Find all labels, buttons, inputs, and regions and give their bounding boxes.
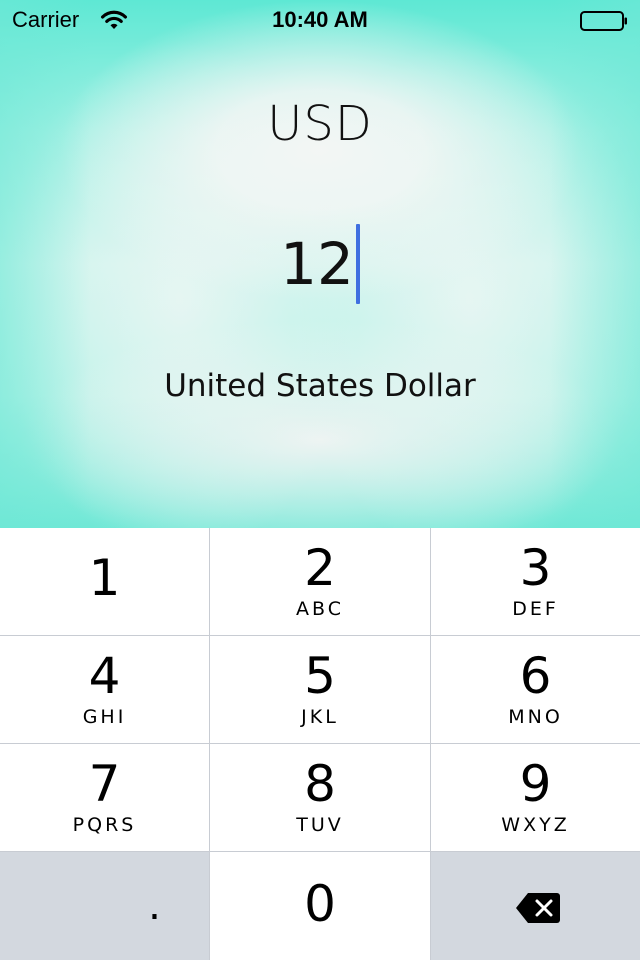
currency-name: United States Dollar bbox=[164, 368, 476, 404]
currency-code[interactable]: USD bbox=[0, 96, 640, 152]
key-digit: 5 bbox=[304, 647, 336, 705]
key-letters: TUV bbox=[296, 814, 344, 836]
decimal-label: . bbox=[148, 883, 161, 929]
key-digit: 8 bbox=[304, 755, 336, 813]
key-digit: 6 bbox=[519, 647, 552, 705]
key-digit: 4 bbox=[88, 647, 121, 705]
currency-converter-screen: Carrier 10:40 AM USD 12 United States Do… bbox=[0, 0, 640, 960]
key-digit: 7 bbox=[88, 755, 121, 813]
key-digit: 0 bbox=[304, 875, 336, 933]
decimal-key[interactable]: . bbox=[0, 852, 209, 960]
key-8[interactable]: 8 TUV bbox=[210, 744, 430, 851]
amount-field[interactable]: 12 bbox=[0, 224, 640, 304]
battery-icon bbox=[580, 11, 627, 31]
key-0[interactable]: 0 bbox=[210, 852, 430, 960]
key-letters: GHI bbox=[82, 706, 127, 728]
key-1[interactable]: 1 bbox=[0, 528, 209, 635]
text-caret bbox=[355, 224, 360, 304]
key-digit: 1 bbox=[88, 549, 121, 607]
key-9[interactable]: 9 WXYZ bbox=[431, 744, 640, 851]
key-letters: JKL bbox=[301, 706, 339, 728]
key-letters: ABC bbox=[296, 598, 344, 620]
numeric-keypad: 1 2 ABC 3 DEF 4 GHI 5 JKL 6 MNO 7 PQRS 8 bbox=[0, 528, 640, 960]
status-bar: Carrier 10:40 AM bbox=[0, 0, 640, 40]
key-letters: DEF bbox=[512, 598, 559, 620]
key-5[interactable]: 5 JKL bbox=[210, 636, 430, 743]
key-letters: MNO bbox=[508, 706, 563, 728]
key-letters: PQRS bbox=[72, 814, 137, 836]
key-4[interactable]: 4 GHI bbox=[0, 636, 209, 743]
status-time: 10:40 AM bbox=[272, 7, 368, 32]
delete-key[interactable] bbox=[431, 852, 640, 960]
key-digit: 2 bbox=[304, 539, 336, 597]
key-digit: 3 bbox=[519, 539, 552, 597]
amount-input[interactable]: 12 bbox=[280, 224, 354, 304]
key-7[interactable]: 7 PQRS bbox=[0, 744, 209, 851]
key-digit: 9 bbox=[519, 755, 552, 813]
key-2[interactable]: 2 ABC bbox=[210, 528, 430, 635]
key-letters: WXYZ bbox=[501, 814, 570, 836]
backspace-icon bbox=[516, 893, 560, 923]
key-6[interactable]: 6 MNO bbox=[431, 636, 640, 743]
key-3[interactable]: 3 DEF bbox=[431, 528, 640, 635]
